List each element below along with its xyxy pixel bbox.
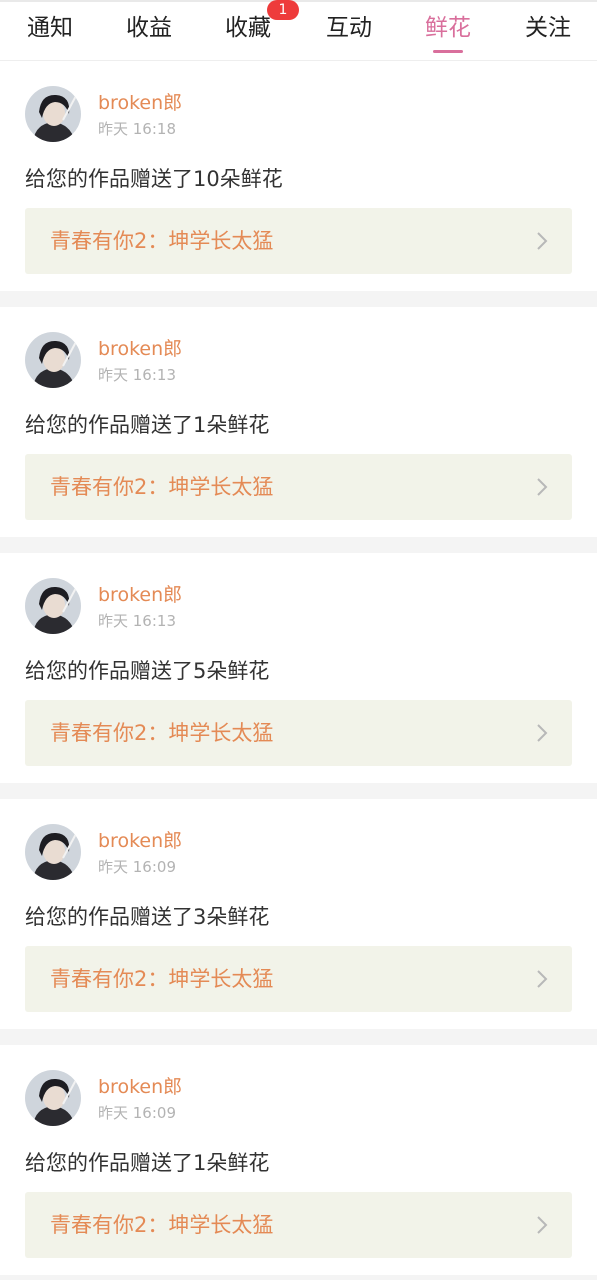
flower-notification: broken郎 昨天 16:18 给您的作品赠送了10朵鲜花 青春有你2：坤学长… bbox=[0, 61, 597, 291]
work-title: 青春有你2：坤学长太猛 bbox=[50, 229, 274, 253]
avatar-image bbox=[25, 578, 81, 634]
gift-message: 给您的作品赠送了1朵鲜花 bbox=[25, 413, 270, 437]
user-avatar[interactable] bbox=[25, 1070, 81, 1126]
username[interactable]: broken郎 bbox=[98, 829, 182, 853]
chevron-right-icon bbox=[537, 478, 548, 496]
flower-notification: broken郎 昨天 16:09 给您的作品赠送了3朵鲜花 青春有你2：坤学长太… bbox=[0, 799, 597, 1029]
tab-bar: 通知 收益 收藏 1 互动 鲜花 关注 bbox=[0, 0, 597, 61]
work-title: 青春有你2：坤学长太猛 bbox=[50, 721, 274, 745]
avatar-image bbox=[25, 1070, 81, 1126]
user-avatar[interactable] bbox=[25, 578, 81, 634]
tab-notice[interactable]: 通知 bbox=[0, 2, 100, 54]
favorites-count-badge: 1 bbox=[267, 0, 299, 20]
username[interactable]: broken郎 bbox=[98, 583, 182, 607]
gift-message: 给您的作品赠送了10朵鲜花 bbox=[25, 167, 283, 191]
timestamp: 昨天 16:13 bbox=[98, 612, 176, 630]
work-title: 青春有你2：坤学长太猛 bbox=[50, 967, 274, 991]
username[interactable]: broken郎 bbox=[98, 91, 182, 115]
chevron-right-icon bbox=[537, 232, 548, 250]
flower-notification: broken郎 昨天 16:13 给您的作品赠送了1朵鲜花 青春有你2：坤学长太… bbox=[0, 307, 597, 537]
tab-interactions[interactable]: 互动 bbox=[299, 2, 399, 54]
user-avatar[interactable] bbox=[25, 824, 81, 880]
tab-flowers[interactable]: 鲜花 bbox=[398, 2, 498, 54]
work-title: 青春有你2：坤学长太猛 bbox=[50, 1213, 274, 1237]
gift-message: 给您的作品赠送了1朵鲜花 bbox=[25, 1151, 270, 1175]
user-avatar[interactable] bbox=[25, 86, 81, 142]
timestamp: 昨天 16:13 bbox=[98, 366, 176, 384]
work-link[interactable]: 青春有你2：坤学长太猛 bbox=[25, 946, 572, 1012]
work-link[interactable]: 青春有你2：坤学长太猛 bbox=[25, 1192, 572, 1258]
work-link[interactable]: 青春有你2：坤学长太猛 bbox=[25, 454, 572, 520]
timestamp: 昨天 16:18 bbox=[98, 120, 176, 138]
avatar-image bbox=[25, 824, 81, 880]
avatar-image bbox=[25, 86, 81, 142]
username[interactable]: broken郎 bbox=[98, 1075, 182, 1099]
gift-message: 给您的作品赠送了3朵鲜花 bbox=[25, 905, 270, 929]
chevron-right-icon bbox=[537, 970, 548, 988]
tab-follows[interactable]: 关注 bbox=[498, 2, 597, 54]
chevron-right-icon bbox=[537, 724, 548, 742]
avatar-image bbox=[25, 332, 81, 388]
work-title: 青春有你2：坤学长太猛 bbox=[50, 475, 274, 499]
work-link[interactable]: 青春有你2：坤学长太猛 bbox=[25, 700, 572, 766]
tab-earnings[interactable]: 收益 bbox=[99, 2, 199, 54]
work-link[interactable]: 青春有你2：坤学长太猛 bbox=[25, 208, 572, 274]
user-avatar[interactable] bbox=[25, 332, 81, 388]
timestamp: 昨天 16:09 bbox=[98, 858, 176, 876]
active-tab-indicator bbox=[433, 50, 463, 53]
chevron-right-icon bbox=[537, 1216, 548, 1234]
flower-notification: broken郎 昨天 16:09 给您的作品赠送了1朵鲜花 青春有你2：坤学长太… bbox=[0, 1045, 597, 1275]
flower-notification: broken郎 昨天 16:13 给您的作品赠送了5朵鲜花 青春有你2：坤学长太… bbox=[0, 553, 597, 783]
timestamp: 昨天 16:09 bbox=[98, 1104, 176, 1122]
gift-message: 给您的作品赠送了5朵鲜花 bbox=[25, 659, 270, 683]
username[interactable]: broken郎 bbox=[98, 337, 182, 361]
